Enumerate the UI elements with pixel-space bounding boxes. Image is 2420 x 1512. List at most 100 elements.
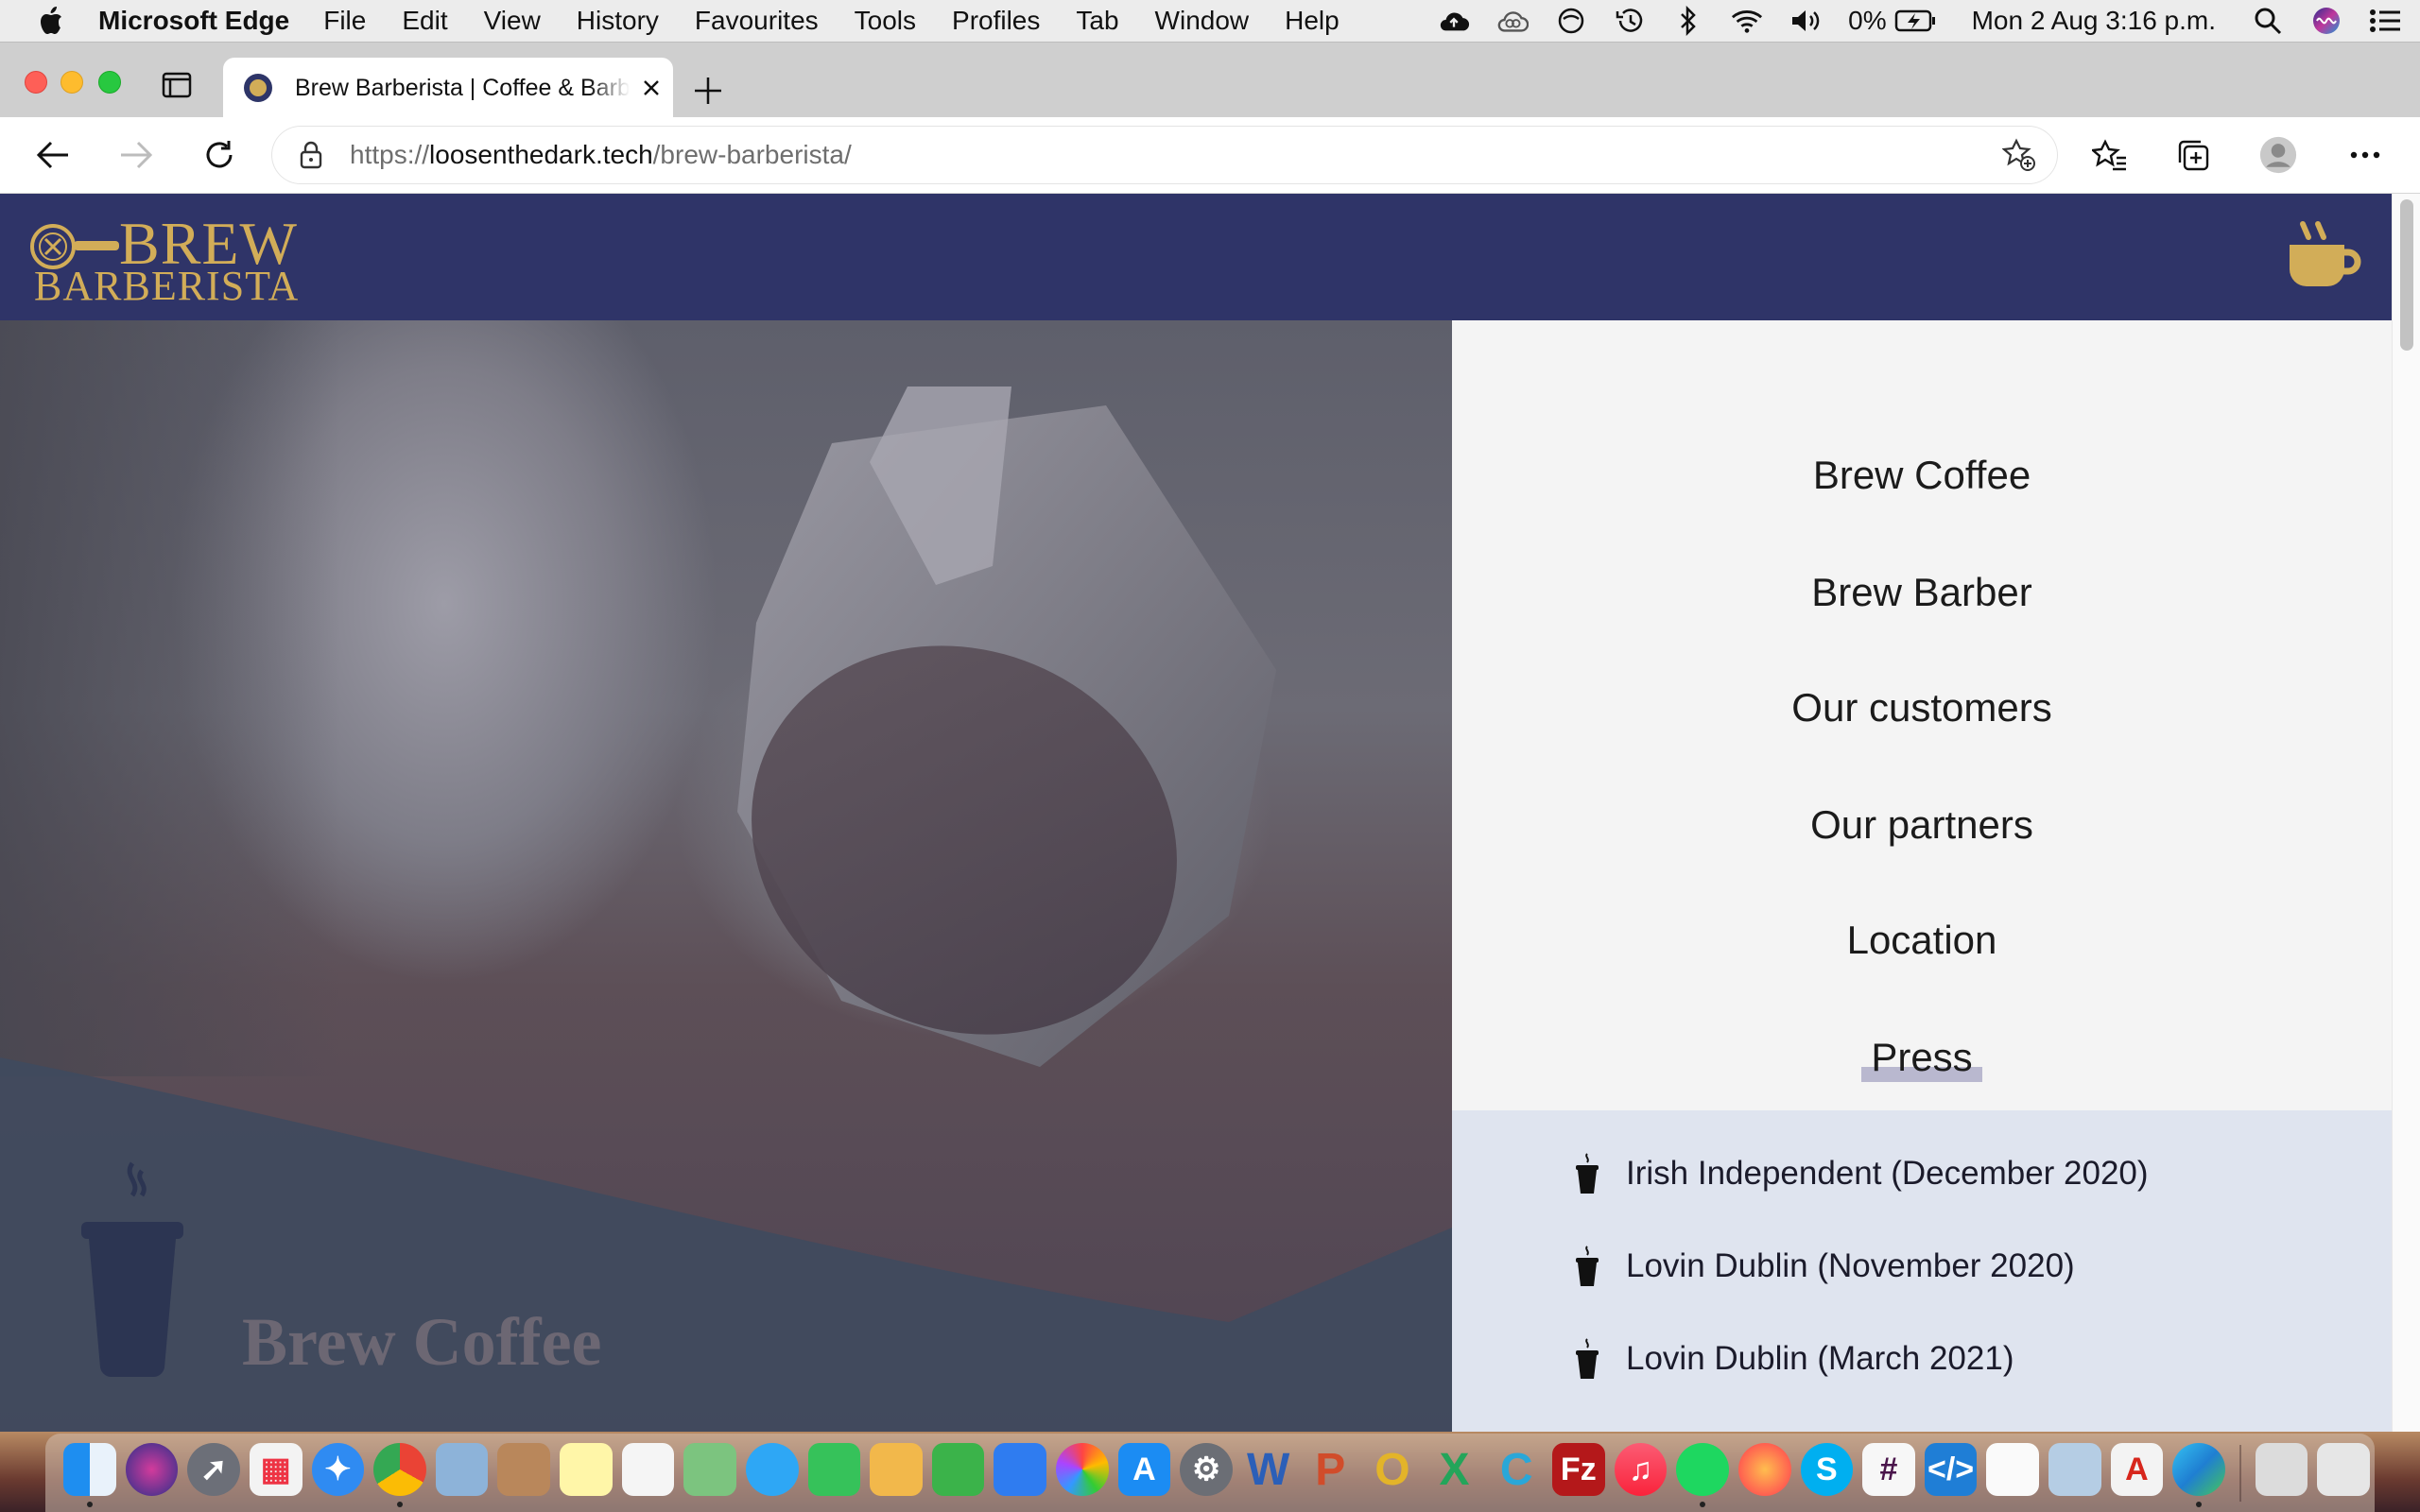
music-icon[interactable]: ♫ [1614,1443,1668,1496]
nav-link-location[interactable]: Location [1452,918,2392,963]
menu-profiles[interactable]: Profiles [952,6,1040,36]
filezilla-icon[interactable]: Fz [1552,1443,1605,1496]
app-name-menu[interactable]: Microsoft Edge [98,6,289,36]
hero-title: Brew Coffee [242,1304,602,1380]
minimize-window-button[interactable] [60,71,83,94]
apple-menu-icon[interactable] [36,4,72,38]
trash-icon[interactable] [2317,1443,2371,1496]
keynote-icon[interactable] [994,1443,1046,1496]
messages-icon[interactable] [745,1443,799,1496]
app-grid-icon[interactable]: ▦ [249,1443,302,1496]
image-viewer-icon[interactable] [2048,1443,2101,1496]
nav-link-our-customers[interactable]: Our customers [1452,685,2392,730]
close-window-button[interactable] [25,71,47,94]
web-page: BREW BARBERISTA Brew Coffee Brew Coffee … [0,194,2392,1432]
notification-center-icon[interactable] [2369,5,2401,37]
launchpad-icon[interactable]: ➚ [187,1443,240,1496]
clock[interactable]: Mon 2 Aug 3:16 p.m. [1972,6,2216,36]
page-scrollbar[interactable] [2392,194,2420,1432]
tab-actions-icon[interactable] [161,71,193,99]
word-icon[interactable]: W [1242,1443,1295,1496]
main-navigation: Brew Coffee Brew Barber Our customers Ou… [1452,320,2392,1114]
url-host: loosenthedark.tech [429,140,653,169]
menu-history[interactable]: History [577,6,659,36]
menu-help[interactable]: Help [1285,6,1340,36]
numbers-icon[interactable] [931,1443,985,1496]
menu-tools[interactable]: Tools [855,6,916,36]
back-arrow-icon[interactable] [34,136,72,174]
finder-icon[interactable] [63,1443,116,1507]
excel-icon[interactable]: X [1428,1443,1481,1496]
forward-arrow-icon[interactable] [117,136,155,174]
coffee-cup-icon [1576,1153,1599,1194]
safari-icon[interactable]: ✦ [311,1443,365,1496]
chrome-icon[interactable] [373,1443,426,1507]
siri-icon[interactable] [2310,5,2342,37]
add-favorite-icon[interactable] [2001,138,2036,172]
notes-icon[interactable] [560,1443,613,1496]
address-bar[interactable]: https://loosenthedark.tech/brew-barberis… [272,127,2057,183]
cloud-upload-icon[interactable] [1438,5,1470,37]
menu-favourites[interactable]: Favourites [695,6,819,36]
press-link[interactable]: Lovin Dublin (November 2020) [1575,1245,2075,1288]
edge-icon[interactable] [2172,1443,2225,1507]
siri-icon[interactable] [125,1443,179,1496]
maps-icon[interactable] [683,1443,736,1496]
time-machine-icon[interactable] [1614,5,1646,37]
app-store-icon[interactable]: A [1117,1443,1171,1496]
favorites-icon[interactable] [2091,136,2129,174]
press-link[interactable]: Irish Independent (December 2020) [1575,1152,2149,1195]
menu-file[interactable]: File [323,6,366,36]
nav-link-brew-barber[interactable]: Brew Barber [1452,570,2392,615]
lock-icon[interactable] [297,139,325,171]
nav-link-our-partners[interactable]: Our partners [1452,802,2392,848]
preview-icon[interactable] [435,1443,489,1496]
fullscreen-window-button[interactable] [98,71,121,94]
new-tab-icon[interactable] [692,75,724,107]
press-link-label: Lovin Dublin (November 2020) [1626,1247,2075,1284]
collections-icon[interactable] [2174,136,2212,174]
site-favicon-icon [244,74,272,102]
brew-barberista-logo[interactable]: BREW BARBERISTA [28,207,340,311]
facetime-icon[interactable] [807,1443,861,1496]
powerpoint-icon[interactable]: P [1305,1443,1357,1496]
menu-edit[interactable]: Edit [402,6,447,36]
press-link[interactable]: Lovin Dublin (March 2021) [1575,1337,2014,1381]
slack-icon[interactable]: # [1862,1443,1915,1496]
coffee-cup-menu-icon[interactable] [2284,220,2363,296]
spotlight-icon[interactable] [2252,5,2284,37]
creative-cloud-icon[interactable] [1496,5,1530,37]
c-app-icon[interactable]: C [1490,1443,1543,1496]
more-options-icon[interactable] [2346,136,2384,174]
keynote-viewer-icon[interactable] [870,1443,923,1496]
acrobat-icon[interactable]: A [2110,1443,2164,1496]
menu-window[interactable]: Window [1155,6,1250,36]
active-tab[interactable]: Brew Barberista | Coffee & Barber [223,58,673,118]
do-not-disturb-icon[interactable] [1555,5,1587,37]
nav-link-brew-coffee[interactable]: Brew Coffee [1452,453,2392,498]
spotify-icon[interactable] [1676,1443,1729,1507]
contacts-icon[interactable] [497,1443,550,1496]
profile-avatar[interactable] [2259,136,2297,174]
scrollbar-thumb[interactable] [2400,199,2413,351]
takeaway-coffee-icon [81,1161,183,1378]
firefox-icon[interactable] [1737,1443,1791,1496]
nav-link-press[interactable]: Press [1452,1035,2392,1082]
bluetooth-icon[interactable] [1672,5,1704,37]
menu-view[interactable]: View [484,6,541,36]
textedit-icon[interactable] [1986,1443,2039,1496]
screen-sharing-icon[interactable] [2255,1443,2308,1496]
menu-tab[interactable]: Tab [1076,6,1118,36]
outlook-icon[interactable]: O [1366,1443,1419,1496]
wifi-icon[interactable] [1731,5,1763,37]
reminders-icon[interactable] [621,1443,675,1496]
close-tab-icon[interactable] [639,76,664,100]
photos-icon[interactable] [1056,1443,1109,1496]
vscode-icon[interactable]: </> [1924,1443,1978,1496]
system-preferences-icon[interactable]: ⚙ [1180,1443,1233,1496]
skype-icon[interactable]: S [1800,1443,1854,1496]
battery-icon[interactable] [1894,5,1936,37]
nav-label: Brew Barber [1811,570,2032,614]
refresh-icon[interactable] [200,136,238,174]
volume-icon[interactable] [1789,5,1822,37]
